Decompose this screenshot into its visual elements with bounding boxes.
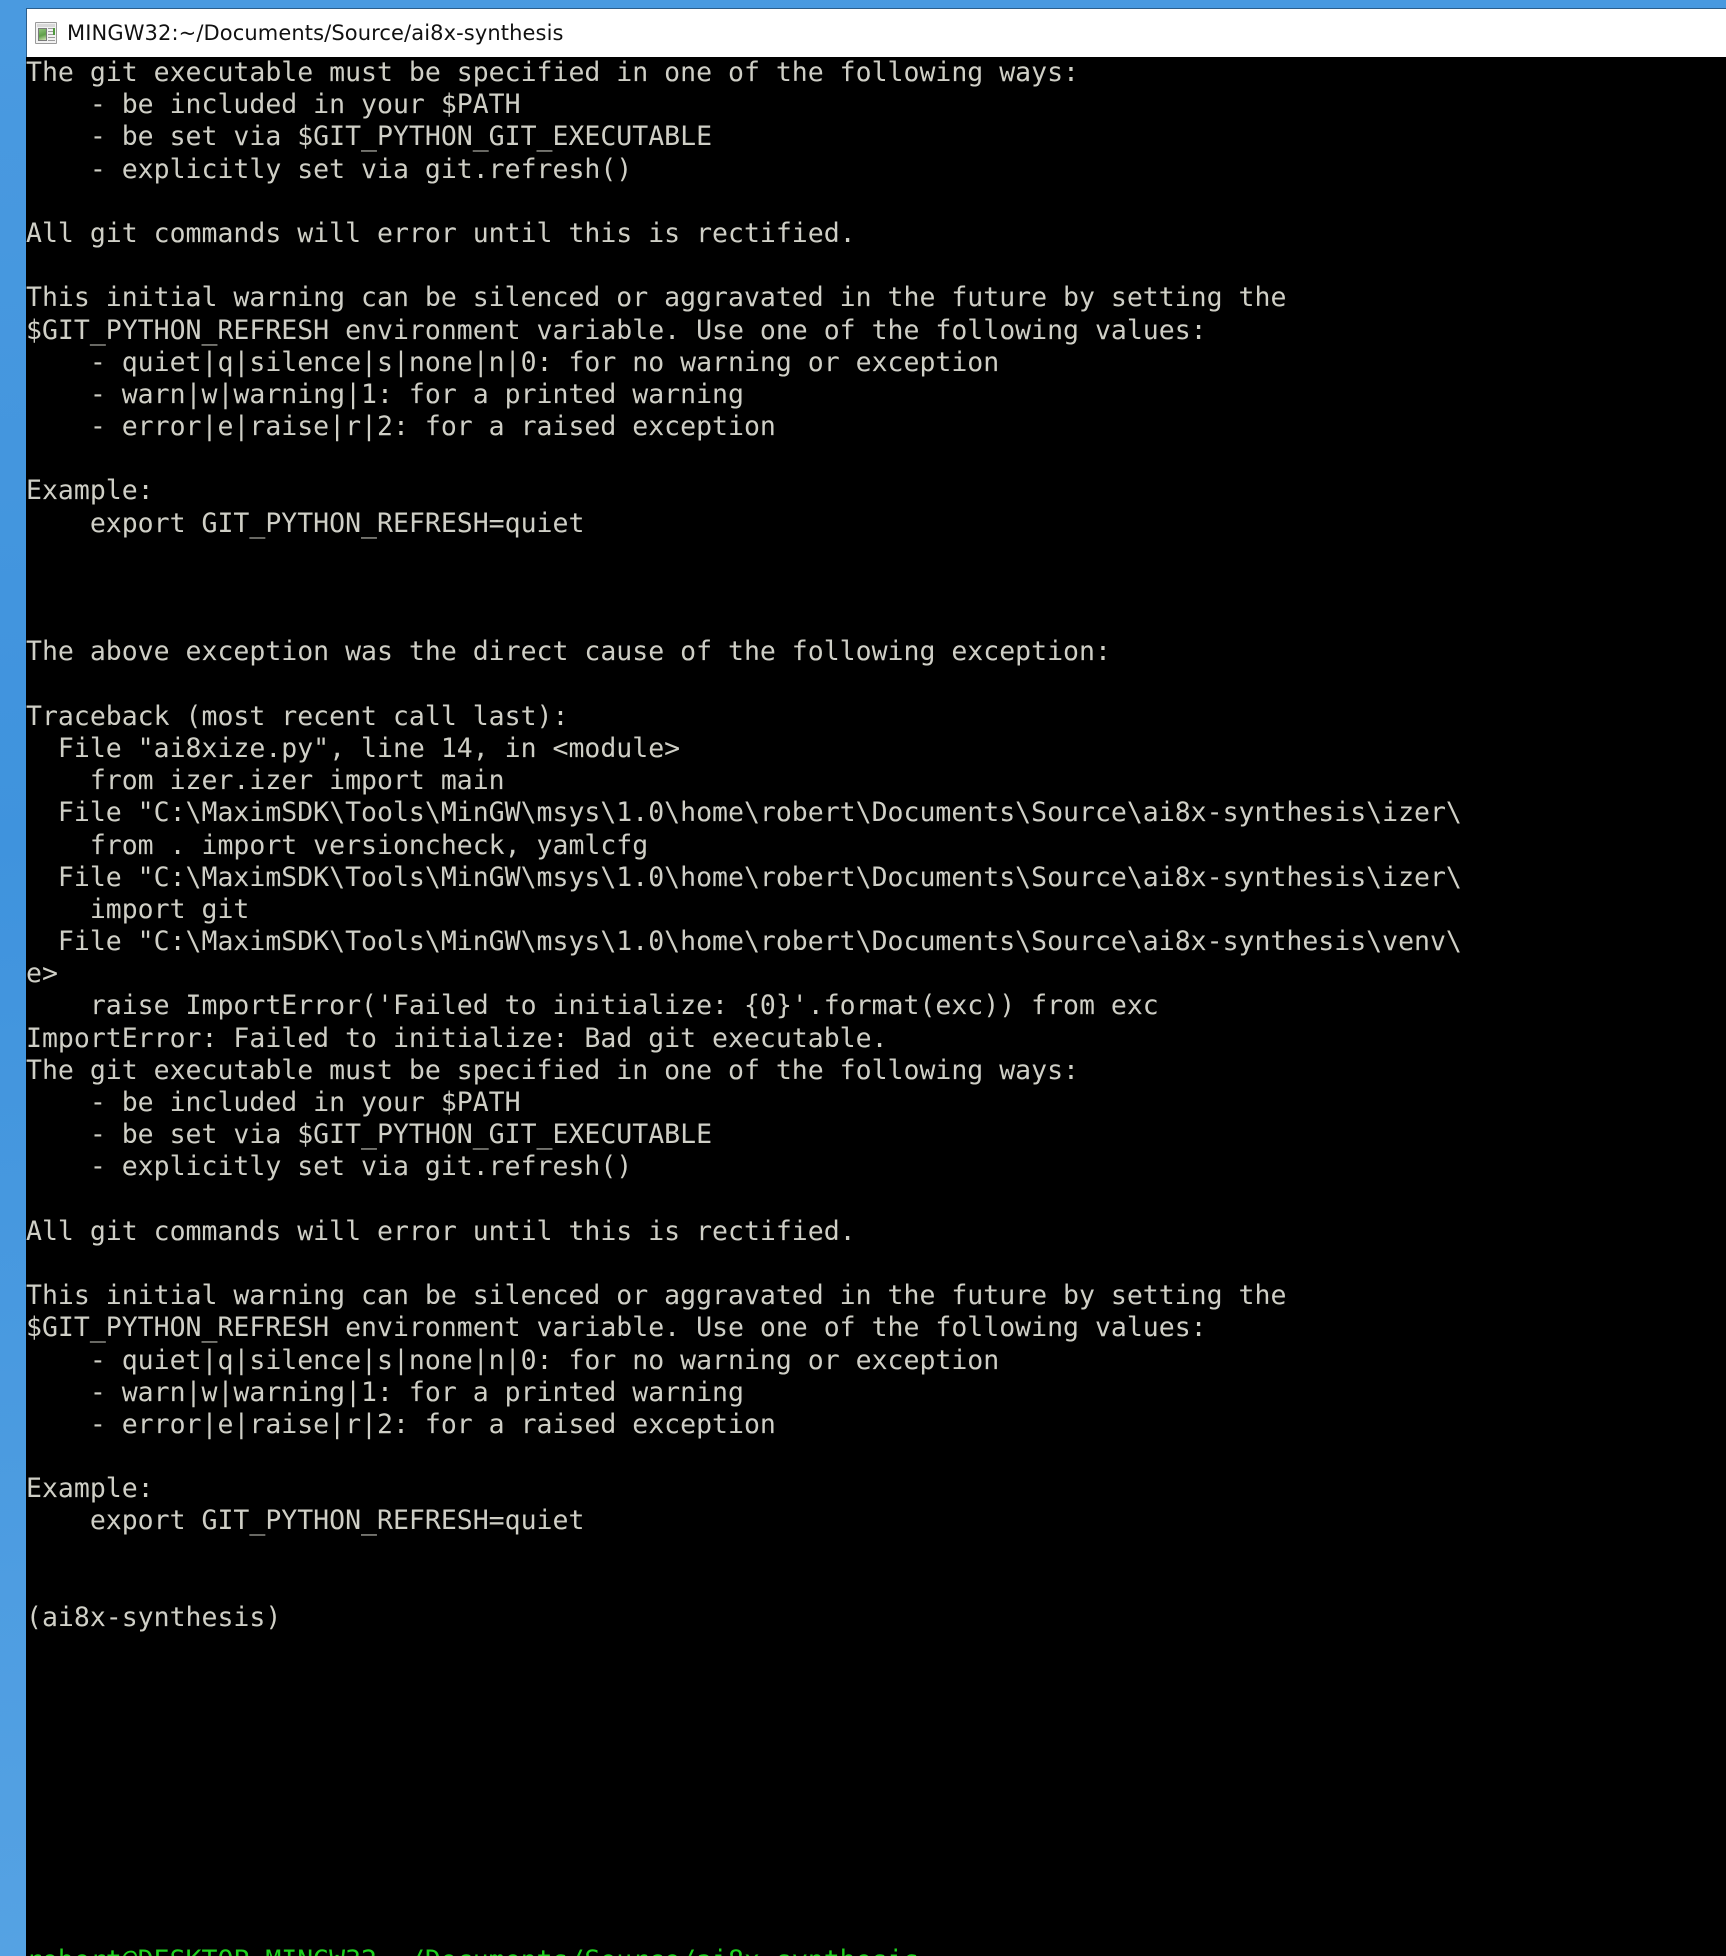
terminal-line: - explicitly set via git.refresh(): [26, 1151, 633, 1183]
mintty-window-icon: [35, 22, 57, 44]
terminal-line: - explicitly set via git.refresh(): [26, 153, 633, 185]
terminal-line: - quiet|q|silence|s|none|n|0: for no war…: [26, 346, 1000, 378]
terminal-line: $GIT_PYTHON_REFRESH environment variable…: [26, 1312, 1207, 1344]
terminal-line: Example:: [26, 1473, 154, 1505]
terminal-line: File "C:\MaximSDK\Tools\MinGW\msys\1.0\h…: [26, 926, 1462, 958]
title-bar[interactable]: MINGW32:~/Documents/Source/ai8x-synthesi…: [26, 8, 1726, 57]
terminal-line: - quiet|q|silence|s|none|n|0: for no war…: [26, 1344, 1000, 1376]
terminal-line: raise ImportError('Failed to initialize:…: [26, 990, 1159, 1022]
terminal-prompt-sliver: robert@DESKTOP MINGW32 ~/Documents/Sourc…: [26, 1945, 1726, 1956]
terminal-line: All git commands will error until this i…: [26, 1215, 856, 1247]
terminal-line: The git executable must be specified in …: [26, 57, 1079, 88]
terminal-line: ImportError: Failed to initialize: Bad g…: [26, 1022, 888, 1054]
terminal-line: - error|e|raise|r|2: for a raised except…: [26, 411, 776, 443]
terminal-line: - be included in your $PATH: [26, 89, 521, 121]
terminal-line: - be set via $GIT_PYTHON_GIT_EXECUTABLE: [26, 1119, 713, 1151]
window-title: MINGW32:~/Documents/Source/ai8x-synthesi…: [67, 21, 564, 45]
terminal-line: File "C:\MaximSDK\Tools\MinGW\msys\1.0\h…: [26, 861, 1462, 893]
terminal-line: (ai8x-synthesis): [26, 1602, 282, 1633]
terminal-line: This initial warning can be silenced or …: [26, 282, 1287, 314]
terminal-prompt-line: robert@DESKTOP MINGW32 ~/Documents/Sourc…: [26, 1945, 1726, 1956]
terminal-line: $GIT_PYTHON_REFRESH environment variable…: [26, 314, 1207, 346]
terminal-line: All git commands will error until this i…: [26, 217, 856, 249]
terminal-output-area[interactable]: The git executable must be specified in …: [26, 57, 1726, 1956]
terminal-line: - warn|w|warning|1: for a printed warnin…: [26, 1376, 744, 1408]
terminal-line: from . import versioncheck, yamlcfg: [26, 829, 649, 861]
terminal-line: export GIT_PYTHON_REFRESH=quiet: [26, 1505, 585, 1537]
terminal-line: e>: [26, 958, 58, 990]
terminal-line: from izer.izer import main: [26, 765, 505, 797]
terminal-line: - be included in your $PATH: [26, 1087, 521, 1118]
terminal-line: File "C:\MaximSDK\Tools\MinGW\msys\1.0\h…: [26, 797, 1462, 829]
terminal-line: The git executable must be specified in …: [26, 1054, 1079, 1086]
terminal-line: Traceback (most recent call last):: [26, 700, 569, 732]
window-frame: MINGW32:~/Documents/Source/ai8x-synthesi…: [0, 0, 1726, 1956]
terminal-line: - error|e|raise|r|2: for a raised except…: [26, 1408, 776, 1440]
terminal-line: The above exception was the direct cause…: [26, 636, 1111, 668]
terminal-line-list: The git executable must be specified in …: [26, 57, 1726, 1634]
terminal-line: This initial warning can be silenced or …: [26, 1280, 1287, 1312]
terminal-line: Example:: [26, 475, 154, 507]
terminal-line: - be set via $GIT_PYTHON_GIT_EXECUTABLE: [26, 121, 713, 153]
terminal-line: - warn|w|warning|1: for a printed warnin…: [26, 378, 744, 410]
terminal-line: File "ai8xize.py", line 14, in <module>: [26, 732, 681, 764]
terminal-line: export GIT_PYTHON_REFRESH=quiet: [26, 507, 585, 539]
terminal-line: import git: [26, 893, 250, 925]
